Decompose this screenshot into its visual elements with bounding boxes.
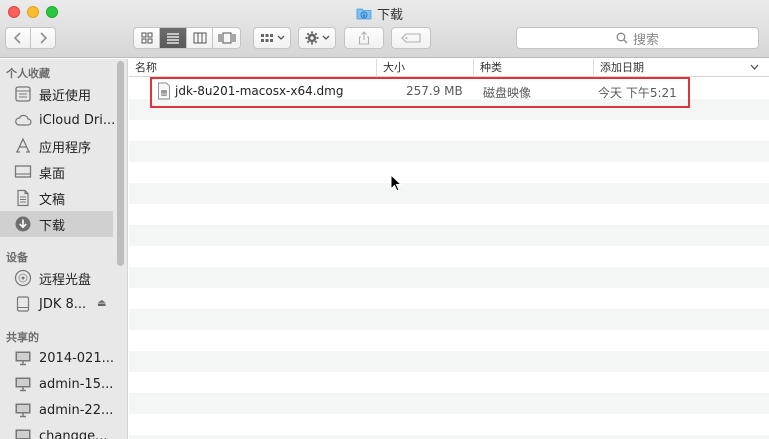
file-name: jdk-8u201-macosx-x64.dmg: [175, 84, 344, 98]
sidebar-item-documents[interactable]: 文稿: [0, 185, 113, 211]
computer-icon: [15, 429, 31, 439]
sidebar-item-downloads[interactable]: 下载: [0, 211, 113, 237]
column-view-button[interactable]: [187, 28, 213, 48]
tags-button[interactable]: [391, 27, 431, 49]
column-header-kind[interactable]: 种类: [474, 59, 594, 77]
search-field[interactable]: 搜索: [516, 27, 759, 49]
icloud-icon: [15, 114, 32, 126]
sidebar-item-applications[interactable]: 应用程序: [0, 133, 113, 159]
close-window-button[interactable]: [8, 6, 20, 18]
back-button[interactable]: [6, 28, 31, 48]
table-row[interactable]: jdk-8u201-macosx-x64.dmg 257.9 MB 磁盘映像 今…: [129, 81, 769, 102]
downloads-icon: [15, 216, 31, 232]
list-background: [129, 78, 769, 439]
sidebar-item-label: 文稿: [39, 192, 66, 208]
chevron-down-icon: [277, 35, 284, 40]
arrange-button[interactable]: [253, 27, 291, 49]
column-header-row: 名称 大小 种类 添加日期: [129, 59, 769, 77]
share-icon: [358, 31, 370, 45]
icon-view-button[interactable]: [134, 28, 160, 48]
coverflow-view-button[interactable]: [213, 28, 240, 48]
minimize-window-button[interactable]: [27, 6, 39, 18]
window-title-area: 下载: [356, 4, 404, 23]
search-placeholder: 搜索: [632, 32, 659, 48]
computer-icon: [15, 403, 31, 418]
sidebar-item-shared-computer[interactable]: admin-15...: [0, 371, 113, 397]
grid-icon: [141, 32, 152, 44]
window-title: 下载: [377, 7, 404, 23]
forward-button[interactable]: [31, 28, 55, 48]
list-icon: [167, 33, 179, 44]
sidebar-item-jdk-volume[interactable]: JDK 8... ⏏: [0, 291, 113, 317]
column-header-date-added[interactable]: 添加日期: [594, 59, 769, 77]
sidebar-section-devices: 设备: [6, 251, 28, 264]
column-header-size[interactable]: 大小: [377, 59, 474, 77]
sidebar-scrollbar[interactable]: [117, 61, 124, 266]
mouse-cursor-icon: [390, 174, 402, 192]
sidebar: 个人收藏 最近使用 iCloud Dri... 应用程序 桌面 文稿 下载 设备…: [0, 59, 128, 439]
documents-icon: [17, 189, 29, 207]
file-size: 257.9 MB: [406, 84, 463, 98]
action-button[interactable]: [298, 27, 336, 49]
sidebar-item-recents[interactable]: 最近使用: [0, 81, 113, 107]
titlebar: 下载 搜索: [0, 0, 769, 58]
sidebar-section-favorites: 个人收藏: [6, 67, 50, 80]
sidebar-item-label: admin-22...: [39, 402, 114, 418]
finder-window: 下载 搜索 个人收藏 最近使用 iCloud Dri... 应用程序 桌面 文稿…: [0, 0, 769, 439]
sidebar-item-shared-computer[interactable]: changge...: [0, 423, 113, 439]
sidebar-item-label: changge...: [39, 428, 108, 439]
search-icon: [616, 32, 628, 44]
desktop-icon: [14, 165, 32, 178]
sidebar-item-label: 桌面: [39, 166, 66, 182]
chevron-down-icon: [322, 35, 329, 40]
downloads-folder-icon: [356, 8, 372, 19]
nav-buttons: [5, 27, 56, 49]
sidebar-item-label: admin-15...: [39, 376, 114, 392]
chevron-down-icon[interactable]: [750, 64, 759, 71]
file-list: 名称 大小 种类 添加日期 jdk-8u201-macosx-x64.dmg 2…: [129, 59, 769, 439]
share-button[interactable]: [344, 27, 384, 49]
arrange-grid-icon: [260, 34, 273, 42]
column-header-name[interactable]: 名称: [129, 59, 377, 77]
sidebar-item-desktop[interactable]: 桌面: [0, 159, 113, 185]
sidebar-item-label: JDK 8...: [39, 296, 87, 312]
sidebar-item-label: 2014-021...: [39, 350, 114, 366]
sidebar-item-remote-disc[interactable]: 远程光盘: [0, 265, 113, 291]
computer-icon: [15, 377, 31, 392]
columns-icon: [193, 32, 206, 44]
recents-icon: [15, 86, 31, 102]
gear-icon: [305, 31, 318, 45]
file-date-added: 今天 下午5:21: [598, 86, 677, 100]
sidebar-item-shared-computer[interactable]: admin-22...: [0, 397, 113, 423]
tag-icon: [401, 33, 421, 43]
sidebar-item-label: iCloud Dri...: [39, 112, 116, 128]
fullscreen-window-button[interactable]: [46, 6, 58, 18]
applications-icon: [16, 137, 30, 153]
sidebar-section-shared: 共享的: [6, 331, 39, 344]
sidebar-item-shared-computer[interactable]: 2014-021...: [0, 345, 114, 371]
chevron-left-icon: [13, 32, 21, 44]
sidebar-item-label: 远程光盘: [39, 272, 92, 288]
computer-icon: [15, 351, 31, 366]
list-view-button[interactable]: [160, 28, 187, 48]
chevron-right-icon: [40, 32, 48, 44]
sidebar-item-icloud-drive[interactable]: iCloud Dri...: [0, 107, 116, 133]
dmg-file-icon: [158, 82, 170, 100]
remote-disc-icon: [14, 269, 32, 287]
eject-icon[interactable]: ⏏: [97, 298, 106, 309]
file-kind: 磁盘映像: [483, 86, 532, 100]
sidebar-item-label: 应用程序: [39, 140, 92, 156]
sidebar-item-label: 下载: [39, 218, 66, 234]
disk-image-icon: [16, 296, 30, 312]
view-mode-control: [133, 27, 241, 49]
sidebar-item-label: 最近使用: [39, 88, 92, 104]
coverflow-icon: [218, 32, 235, 44]
